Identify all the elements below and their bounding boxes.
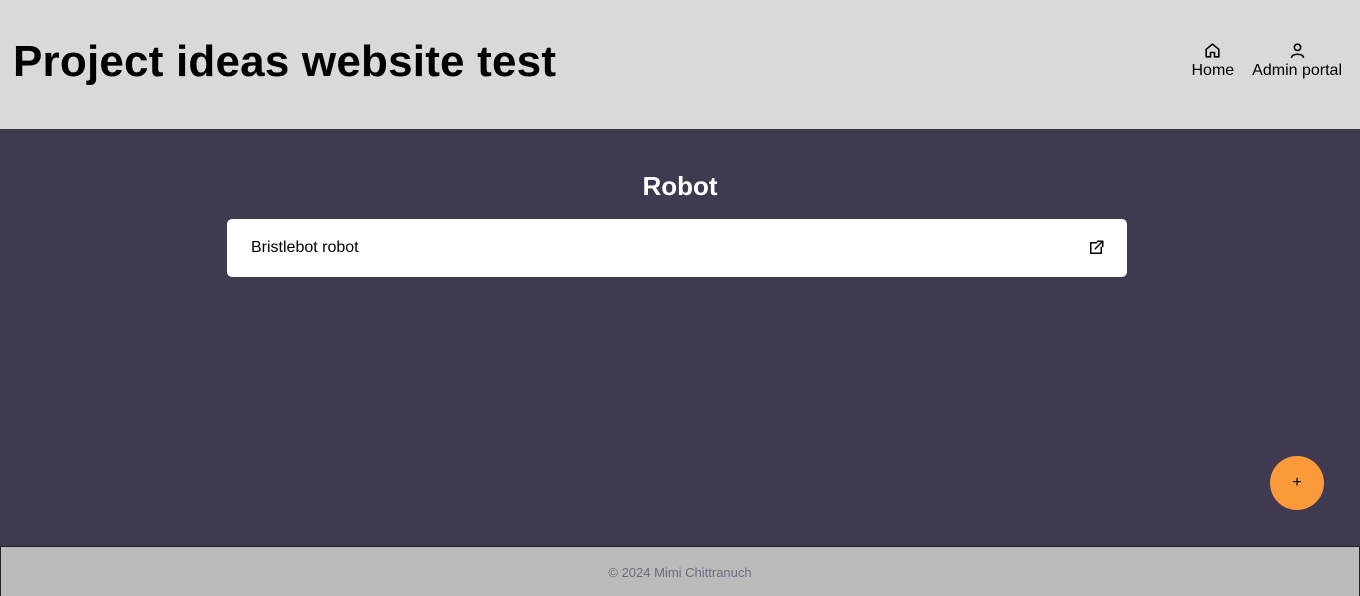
main-nav: Home Admin portal <box>1191 41 1342 81</box>
user-icon <box>1288 41 1307 60</box>
external-link-icon[interactable] <box>1087 239 1105 257</box>
main-content: Robot Bristlebot robot <box>0 129 1360 546</box>
nav-home-label: Home <box>1191 62 1235 79</box>
list-item-title: Bristlebot robot <box>251 239 359 256</box>
add-button[interactable]: + <box>1270 456 1324 510</box>
site-footer: © 2024 Mimi Chittranuch <box>0 546 1360 596</box>
nav-admin-portal-label: Admin portal <box>1252 62 1342 79</box>
nav-home[interactable]: Home <box>1191 41 1234 81</box>
nav-admin-portal[interactable]: Admin portal <box>1252 41 1342 81</box>
site-title: Project ideas website test <box>13 37 557 86</box>
section-title: Robot <box>642 171 718 201</box>
copyright-text: © 2024 Mimi Chittranuch <box>608 565 752 580</box>
home-icon <box>1203 41 1222 60</box>
site-header: Project ideas website test Home Admin po… <box>0 0 1360 129</box>
list-item[interactable]: Bristlebot robot <box>227 219 1127 277</box>
